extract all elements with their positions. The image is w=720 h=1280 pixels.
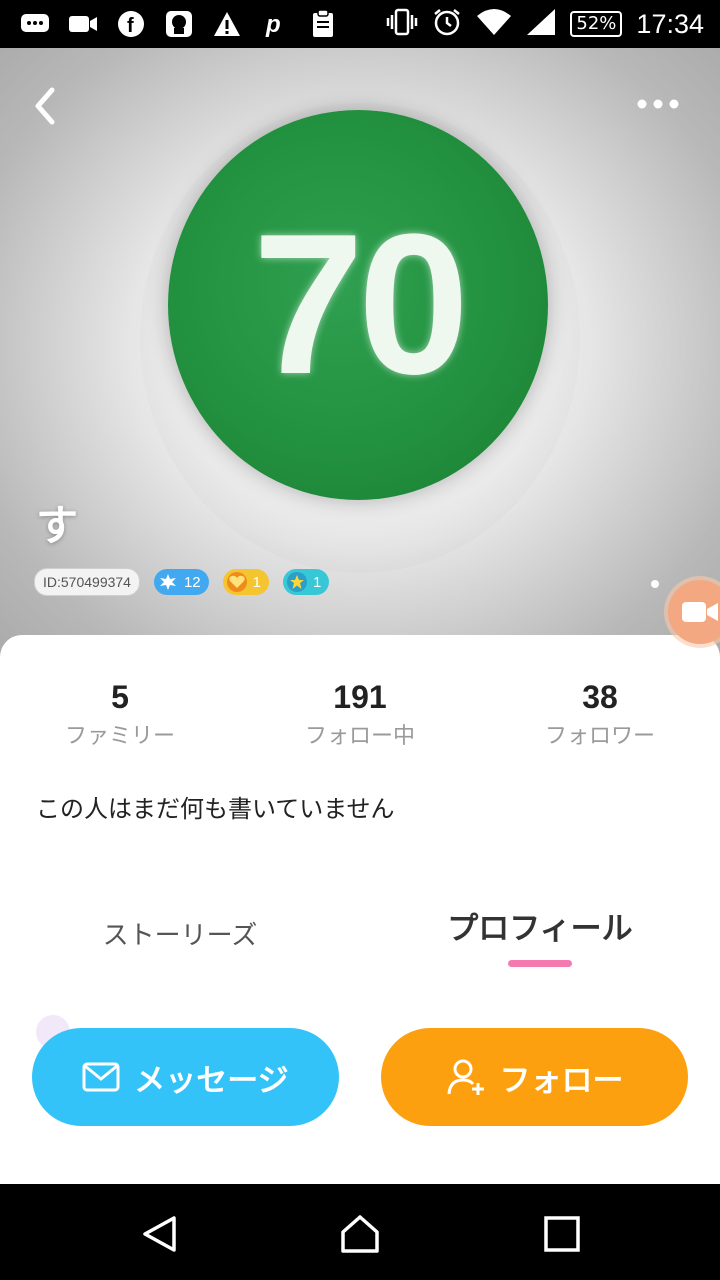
user-id-badge: ID:570499374 (34, 568, 140, 596)
nav-recents-button[interactable] (542, 1214, 582, 1254)
profile-bio: この人はまだ何も書いていません (36, 795, 395, 823)
stat-following-label: フォロー中 (304, 724, 415, 749)
status-bar: f p 52% 17:34 (0, 0, 720, 48)
stat-followers-count: 38 (582, 679, 618, 715)
page-indicator-dot (651, 580, 659, 588)
notification-icons: f p (20, 6, 338, 42)
heart-icon (226, 572, 247, 592)
recents-icon (544, 1216, 580, 1252)
tab-profile[interactable]: プロフィール (420, 903, 660, 948)
back-triangle-icon (143, 1216, 176, 1252)
profile-cover-image: 70 (168, 110, 548, 500)
wifi-icon (476, 8, 512, 40)
message-button[interactable]: メッセージ (32, 1028, 339, 1126)
vibrate-icon (386, 7, 418, 41)
stat-family[interactable]: 5 ファミリー (0, 675, 240, 755)
p-icon: p (260, 9, 290, 39)
mail-icon (82, 1062, 120, 1092)
chevron-left-icon (35, 87, 55, 125)
level-badge-value: 12 (183, 573, 201, 591)
svg-text:f: f (127, 15, 134, 37)
video-camera-icon (682, 602, 718, 622)
back-button[interactable] (24, 84, 68, 128)
facebook-icon: f (116, 9, 146, 39)
user-badges: ID:570499374 12 1 1 (34, 568, 330, 596)
user-name: す (36, 501, 79, 550)
add-user-icon (447, 1059, 484, 1095)
cover-image-text: 70 (252, 193, 469, 416)
follow-button-label: フォロー (499, 1062, 624, 1099)
signal-icon (526, 8, 556, 40)
follow-button[interactable]: フォロー (381, 1028, 688, 1126)
profile-header: 70 す ID:570499374 12 1 1 (0, 48, 720, 668)
svg-text:p: p (265, 11, 281, 38)
star-badge-value: 1 (313, 573, 322, 591)
tab-stories[interactable]: ストーリーズ (60, 915, 300, 952)
stat-followers[interactable]: 38 フォロワー (480, 675, 720, 755)
alarm-icon (432, 7, 462, 41)
messaging-icon (20, 9, 50, 39)
profile-card: 5 ファミリー 191 フォロー中 38 フォロワー この人はまだ何も書いていま… (0, 635, 720, 1184)
nav-home-button[interactable] (340, 1214, 380, 1254)
warning-icon (212, 9, 242, 39)
profile-stats: 5 ファミリー 191 フォロー中 38 フォロワー (0, 675, 720, 765)
video-icon (68, 9, 98, 39)
navigation-bar (0, 1184, 720, 1280)
stat-family-count: 5 (111, 679, 129, 715)
level-badge: 12 (153, 569, 209, 595)
app-icon (164, 9, 194, 39)
star-burst-icon (158, 572, 178, 592)
battery-indicator: 52% (570, 11, 623, 37)
stat-following-count: 191 (333, 679, 387, 715)
heart-badge-value: 1 (252, 573, 261, 591)
star-badge: 1 (283, 569, 330, 595)
clipboard-icon (308, 9, 338, 39)
stat-following[interactable]: 191 フォロー中 (240, 675, 480, 755)
home-icon (341, 1215, 379, 1253)
stat-followers-label: フォロワー (544, 724, 655, 749)
system-icons: 52% 17:34 (386, 6, 704, 42)
heart-badge: 1 (222, 569, 269, 595)
nav-back-button[interactable] (140, 1214, 180, 1254)
stat-family-label: ファミリー (64, 724, 175, 749)
more-icon (637, 99, 679, 109)
clock: 17:34 (636, 8, 704, 39)
message-button-label: メッセージ (134, 1062, 289, 1099)
more-options-button[interactable] (630, 92, 686, 116)
active-tab-indicator (508, 960, 572, 967)
star-icon (287, 572, 307, 592)
